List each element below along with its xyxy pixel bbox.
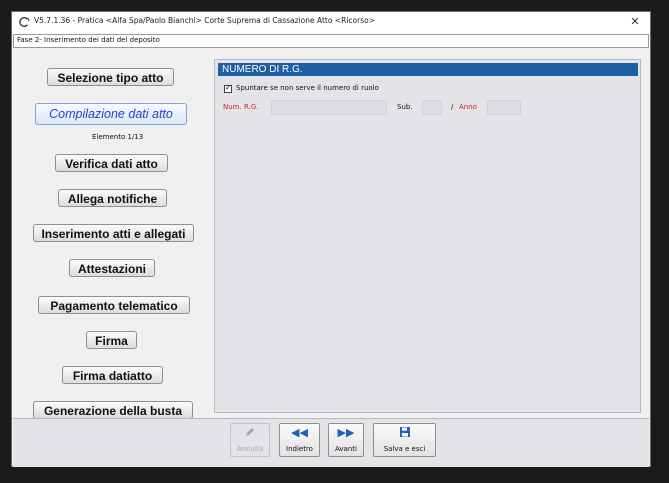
num-rg-label: Num. R.G.: [223, 103, 259, 111]
nav-firma-datiatto[interactable]: Firma datiatto: [62, 366, 163, 384]
floppy-disk-icon: [374, 426, 435, 440]
slash-separator: /: [451, 103, 454, 111]
nav-compilazione-dati-atto[interactable]: Compilazione dati atto: [35, 103, 187, 125]
avanti-label: Avanti: [335, 445, 357, 453]
sub-label: Sub.: [397, 103, 413, 111]
application-window: V5.7.1.36 - Pratica <Alfa Spa/Paolo Bian…: [11, 11, 651, 467]
fast-forward-icon: ▶▶: [337, 426, 355, 439]
checkbox-label: Spuntare se non serve il numero di ruolo: [236, 84, 379, 92]
nav-verifica-dati-atto[interactable]: Verifica dati atto: [55, 154, 168, 172]
sidebar: Selezione tipo atto Compilazione dati at…: [14, 48, 210, 419]
section-header: NUMERO DI R.G.: [218, 63, 638, 76]
salva-label: Salva e esci: [383, 445, 426, 453]
rewind-icon: ◀◀: [291, 426, 308, 439]
indietro-label: Indietro: [286, 445, 313, 453]
anno-label: Anno: [459, 103, 477, 111]
pencil-icon: [231, 426, 269, 440]
salva-esci-button[interactable]: Salva e esci: [373, 423, 436, 457]
close-button[interactable]: ✕: [628, 14, 642, 30]
nav-inserimento-atti-allegati[interactable]: Inserimento atti e allegati: [33, 224, 194, 242]
avanti-button[interactable]: ▶▶ Avanti: [328, 423, 364, 457]
num-rg-field[interactable]: [271, 100, 387, 115]
sub-field[interactable]: [422, 100, 442, 115]
app-logo-icon: [19, 17, 30, 27]
phase-bar: Fase 2- Inserimento dei dati del deposit…: [13, 34, 649, 48]
annulla-label: Annulla: [236, 445, 264, 453]
nav-attestazioni[interactable]: Attestazioni: [69, 259, 155, 277]
form-panel: NUMERO DI R.G. ✓ Spuntare se non serve i…: [214, 59, 641, 413]
nav-firma[interactable]: Firma: [86, 331, 137, 349]
anno-field[interactable]: [487, 100, 521, 115]
annulla-button[interactable]: Annulla: [230, 423, 270, 457]
indietro-button[interactable]: ◀◀ Indietro: [279, 423, 320, 457]
nav-allega-notifiche[interactable]: Allega notifiche: [58, 189, 167, 207]
title-bar: V5.7.1.36 - Pratica <Alfa Spa/Paolo Bian…: [12, 12, 650, 34]
bottom-toolbar: Annulla ◀◀ Indietro ▶▶ Avanti Salva e es…: [13, 418, 649, 467]
element-counter: Elemento 1/13: [92, 133, 144, 141]
no-role-number-checkbox[interactable]: ✓: [224, 83, 232, 93]
window-title: V5.7.1.36 - Pratica <Alfa Spa/Paolo Bian…: [34, 16, 375, 25]
checkmark-icon: ✓: [225, 83, 232, 92]
nav-selezione-tipo-atto[interactable]: Selezione tipo atto: [47, 68, 174, 86]
nav-generazione-busta[interactable]: Generazione della busta: [33, 401, 193, 419]
phase-label: Fase 2- Inserimento dei dati del deposit…: [17, 36, 160, 44]
nav-pagamento-telematico[interactable]: Pagamento telematico: [38, 296, 190, 314]
section-title: NUMERO DI R.G.: [222, 64, 303, 75]
